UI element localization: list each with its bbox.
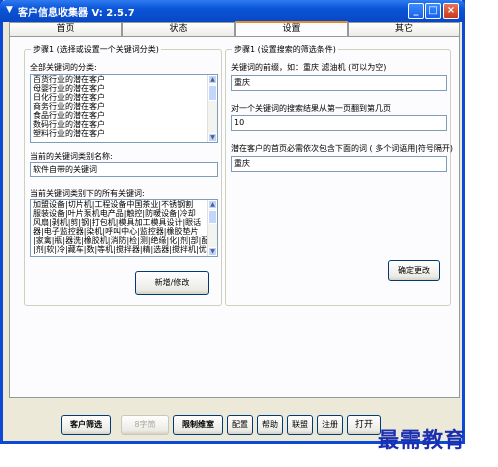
list-item[interactable]: 数码行业的潜在客户 [31, 120, 217, 129]
pages-label: 对一个关键词的搜索结果从第一页翻到第几页 [231, 104, 391, 113]
category-list[interactable]: 百货行业的潜在客户 母婴行业的潜在客户 日化行业的潜在客户 商务行业的潜在客户 … [30, 74, 218, 143]
keyword-line: 器|电子监控器|染机|呼叫中心|监控器|橡胶垫片 [33, 227, 199, 236]
maximize-icon[interactable]: □ [425, 3, 441, 19]
list-item[interactable]: 母婴行业的潜在客户 [31, 84, 217, 93]
current-category-label: 当前的关键词类别名称: [30, 152, 113, 161]
limit-button[interactable]: 限制维室 [173, 415, 223, 435]
category-group-title: 步骤1 (选择或设置一个关键词分类) [31, 44, 161, 55]
list-item[interactable]: 日化行业的潜在客户 [31, 93, 217, 102]
keyword-line: 加盟设备|切片机|工程设备中国茶业|不锈钢割 [33, 200, 194, 209]
category-name-field[interactable]: 软件自带的关键词 [30, 162, 218, 177]
keyword-line: |家禽|瓶|器洗|橡胶机|消防|检|测|绝缘|化|剂|部|配|客 [33, 236, 218, 245]
category-scrollbar[interactable]: ▲ ▼ [207, 75, 217, 142]
tab-home[interactable]: 首页 [9, 22, 122, 36]
title-bar[interactable]: ▼ 客户信息收集器 V: 2.5.7 _ □ × [0, 0, 465, 22]
homepage-words-label: 潜在客户的首页必需依次包含下面的词 ( 多个词语用|符号隔开) [231, 144, 454, 153]
watermark-logo: 最需教育 [378, 427, 466, 452]
disabled-button[interactable]: 8字筒 [121, 415, 169, 435]
app-icon: ▼ [6, 5, 13, 15]
scroll-thumb[interactable] [208, 210, 217, 224]
customer-filter-button[interactable]: 客户筛选 [61, 415, 111, 435]
scroll-up-icon[interactable]: ▲ [208, 75, 217, 84]
alliance-button[interactable]: 联盟 [287, 415, 313, 435]
category-group: 步骤1 (选择或设置一个关键词分类) 全部关键词的分类: 百货行业的潜在客户 母… [24, 44, 222, 306]
tab-settings[interactable]: 设置 [235, 21, 348, 36]
confirm-change-button[interactable]: 确定更改 [388, 260, 440, 281]
scroll-thumb[interactable] [208, 85, 217, 101]
scroll-down-icon[interactable]: ▼ [208, 133, 217, 142]
app-window: ▼ 客户信息收集器 V: 2.5.7 _ □ × 首页 状态 设置 其它 步骤1… [0, 0, 465, 444]
keyword-line: |剂|软|冷|藏车|数|等机|搅拌器|精|选器|搅拌机|优质 [33, 245, 215, 254]
keywords-scrollbar[interactable]: ▲ ▼ [207, 200, 217, 256]
filter-group: 步骤1 (设置搜索的筛选条件) 关键词的前缀，如：重庆 滤油机 (可以为空) 重… [225, 44, 454, 306]
homepage-words-field[interactable]: 重庆 [231, 156, 447, 172]
list-item[interactable]: 食品行业的潜在客户 [31, 111, 217, 120]
keywords-label: 当前关键词类别下的所有关键词: [30, 189, 145, 198]
keywords-textarea[interactable]: 加盟设备|切片机|工程设备中国茶业|不锈钢割 服装设备|叶片泵机电产品|触控|防… [30, 199, 218, 257]
minimize-icon[interactable]: _ [408, 3, 424, 19]
scroll-up-icon[interactable]: ▲ [208, 200, 217, 209]
add-edit-button[interactable]: 新增/修改 [135, 271, 209, 295]
settings-panel: 步骤1 (选择或设置一个关键词分类) 全部关键词的分类: 百货行业的潜在客户 母… [9, 36, 460, 398]
list-item[interactable]: 百货行业的潜在客户 [31, 75, 217, 84]
list-item[interactable]: 商务行业的潜在客户 [31, 102, 217, 111]
prefix-field[interactable]: 重庆 [231, 75, 447, 91]
keyword-line: 服装设备|叶片泵机电产品|触控|防暖设备|冷却 [33, 209, 196, 218]
keyword-line: 风扇|剥机|剪|钢|打包机|模具加工模具设计|眼话 [33, 218, 202, 227]
register-button[interactable]: 注册 [317, 415, 343, 435]
tab-status[interactable]: 状态 [122, 22, 235, 36]
prefix-label: 关键词的前缀，如：重庆 滤油机 (可以为空) [231, 63, 387, 72]
filter-group-title: 步骤1 (设置搜索的筛选条件) [232, 44, 338, 55]
help-button[interactable]: 帮助 [257, 415, 283, 435]
close-icon[interactable]: × [443, 3, 459, 19]
tab-other[interactable]: 其它 [348, 22, 460, 36]
list-item[interactable]: 塑料行业的潜在客户 [31, 129, 217, 138]
window-title: 客户信息收集器 V: 2.5.7 [18, 8, 135, 19]
pages-field[interactable]: 10 [231, 115, 447, 131]
tab-strip: 首页 状态 设置 其它 [9, 21, 460, 36]
config-button[interactable]: 配置 [227, 415, 253, 435]
scroll-down-icon[interactable]: ▼ [208, 247, 217, 256]
open-button[interactable]: 打开 [347, 415, 381, 435]
all-categories-label: 全部关键词的分类: [30, 63, 97, 72]
